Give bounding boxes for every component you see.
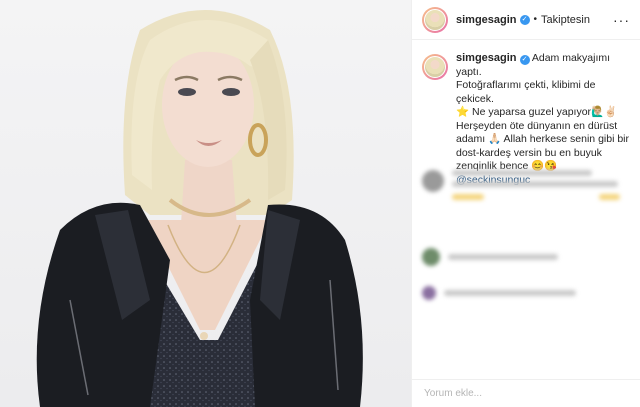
comments-list — [422, 170, 632, 315]
caption-line: dost-kardeş versin bu en buyuk — [456, 146, 602, 159]
comment-avatar — [422, 286, 436, 300]
caption-line: ⭐ Ne yaparsa guzel yapıyor🙋🏼‍♂️✌🏻 — [456, 106, 618, 118]
comment-avatar — [422, 170, 444, 192]
more-options-icon[interactable]: ··· — [613, 12, 630, 28]
caption-avatar[interactable] — [422, 54, 448, 80]
post-header: simgesagin ✓ • Takiptesin ··· — [412, 0, 640, 40]
profile-avatar[interactable] — [422, 6, 448, 33]
caption-line: Fotoğraflarımı çekti, klibimi de çekicek… — [456, 79, 596, 105]
post-photo[interactable] — [0, 0, 411, 407]
comment-item — [422, 248, 632, 266]
header-separator: • — [533, 14, 538, 25]
header-username[interactable]: simgesagin — [456, 14, 517, 26]
caption-line: Herşeyden öte dünyanın en dürüst — [456, 119, 618, 132]
comment-item — [422, 170, 632, 210]
follow-status[interactable]: Takiptesin — [541, 14, 590, 26]
add-comment-bar — [412, 379, 640, 407]
instagram-post: simgesagin ✓ • Takiptesin ··· simgesagin… — [0, 0, 640, 407]
verified-badge-icon: ✓ — [519, 14, 530, 25]
comment-input[interactable] — [424, 388, 629, 399]
caption: simgesagin ✓ Adam makyajımı yaptı. Fotoğr… — [412, 40, 640, 187]
comment-item — [422, 286, 632, 301]
caption-text: simgesagin ✓ Adam makyajımı yaptı. Fotoğr… — [456, 52, 630, 187]
post-sidebar: simgesagin ✓ • Takiptesin ··· simgesagin… — [411, 0, 640, 407]
caption-line: adamı 🙏🏻 Allah herkese senin gibi bir — [456, 133, 629, 145]
portrait-illustration — [36, 10, 363, 407]
comment-avatar — [422, 248, 440, 266]
caption-username[interactable]: simgesagin — [456, 52, 517, 64]
verified-badge-icon: ✓ — [519, 54, 530, 65]
